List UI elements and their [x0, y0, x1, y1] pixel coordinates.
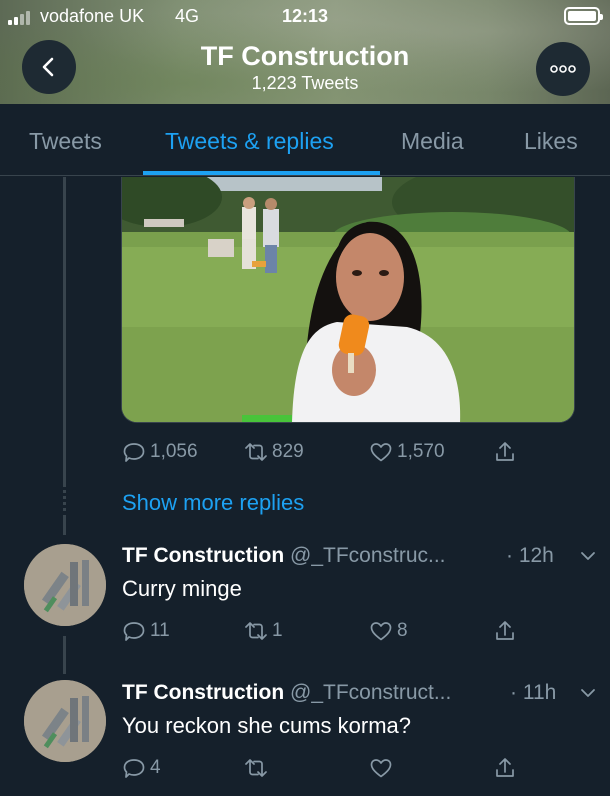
- reply-icon: [123, 443, 145, 462]
- reply-header: TF Construction @_TFconstruc...: [122, 544, 446, 568]
- reply-button[interactable]: 11: [122, 619, 170, 643]
- reply-author-handle[interactable]: @_TFconstruct...: [290, 681, 451, 704]
- avatar[interactable]: [24, 544, 106, 626]
- heart-icon: [370, 622, 392, 641]
- like-count: 8: [397, 620, 408, 641]
- share-button[interactable]: [493, 619, 517, 643]
- chevron-down-icon[interactable]: [579, 684, 597, 702]
- reply-button[interactable]: 4: [122, 756, 161, 780]
- reply-icon: [123, 759, 145, 778]
- carrier-name: vodafone UK: [40, 6, 145, 26]
- status-time: 12:13: [282, 6, 329, 26]
- like-button[interactable]: 8: [369, 619, 408, 643]
- retweet-button[interactable]: 1: [244, 619, 283, 643]
- tab-tweets-and-replies[interactable]: Tweets & replies: [165, 128, 334, 155]
- show-more-replies-link[interactable]: Show more replies: [122, 490, 304, 516]
- heart-icon: [370, 759, 392, 778]
- reply-text: You reckon she cums korma?: [122, 713, 411, 738]
- retweet-count: 1: [272, 620, 283, 641]
- thread-line: [63, 177, 66, 487]
- retweet-button[interactable]: [244, 756, 272, 780]
- park-photo: [122, 177, 574, 422]
- retweet-button[interactable]: 829: [244, 440, 304, 464]
- more-options-button[interactable]: [536, 42, 590, 96]
- tab-tweets[interactable]: Tweets: [29, 128, 102, 155]
- share-button[interactable]: [493, 440, 517, 464]
- reply-button[interactable]: 1,056: [122, 440, 198, 464]
- reply-count: 4: [150, 757, 161, 778]
- status-bar: vodafone UK 4G 12:13: [0, 0, 610, 32]
- profile-name: TF Construction: [200, 41, 410, 71]
- heart-icon: [370, 443, 392, 462]
- signal-strength-icon: [8, 11, 36, 25]
- reply-author-name[interactable]: TF Construction: [122, 681, 284, 704]
- avatar-tools-image: [24, 544, 106, 626]
- tweet-count: 1,223 Tweets: [251, 73, 359, 93]
- like-button[interactable]: [369, 756, 397, 780]
- share-icon: [496, 442, 514, 461]
- reply-timestamp[interactable]: · 12h: [506, 544, 554, 568]
- profile-tabs: Tweets Tweets & replies Media Likes: [0, 104, 610, 176]
- chevron-down-icon[interactable]: [579, 547, 597, 565]
- tab-likes[interactable]: Likes: [524, 128, 578, 155]
- retweet-count: 829: [272, 441, 304, 462]
- thread-gap-dots: [63, 490, 66, 514]
- share-icon: [496, 758, 514, 777]
- battery-icon: [564, 7, 603, 25]
- thread-line: [63, 636, 66, 674]
- thread-line: [63, 515, 66, 535]
- reply-header: TF Construction @_TFconstruct...: [122, 681, 451, 705]
- more-dots-icon: [550, 65, 576, 73]
- avatar[interactable]: [24, 680, 106, 762]
- like-count: 1,570: [397, 441, 445, 462]
- reply-author-name[interactable]: TF Construction: [122, 544, 284, 567]
- retweet-icon: [245, 443, 267, 461]
- active-tab-indicator: [143, 171, 380, 175]
- like-button[interactable]: 1,570: [369, 440, 445, 464]
- reply-count: 1,056: [150, 441, 198, 462]
- tweet-photo[interactable]: [121, 177, 575, 423]
- reply-text: Curry minge: [122, 576, 242, 601]
- reply-icon: [123, 622, 145, 641]
- reply-count: 11: [150, 620, 170, 641]
- share-icon: [496, 621, 514, 640]
- profile-header: vodafone UK 4G 12:13 TF Construction 1,2…: [0, 0, 610, 104]
- network-type: 4G: [175, 6, 200, 26]
- avatar-tools-image: [24, 680, 106, 762]
- retweet-icon: [245, 759, 267, 777]
- retweet-icon: [245, 622, 267, 640]
- tab-media[interactable]: Media: [401, 128, 464, 155]
- reply-author-handle[interactable]: @_TFconstruc...: [290, 544, 446, 567]
- share-button[interactable]: [493, 756, 517, 780]
- reply-timestamp[interactable]: · 11h: [510, 681, 556, 705]
